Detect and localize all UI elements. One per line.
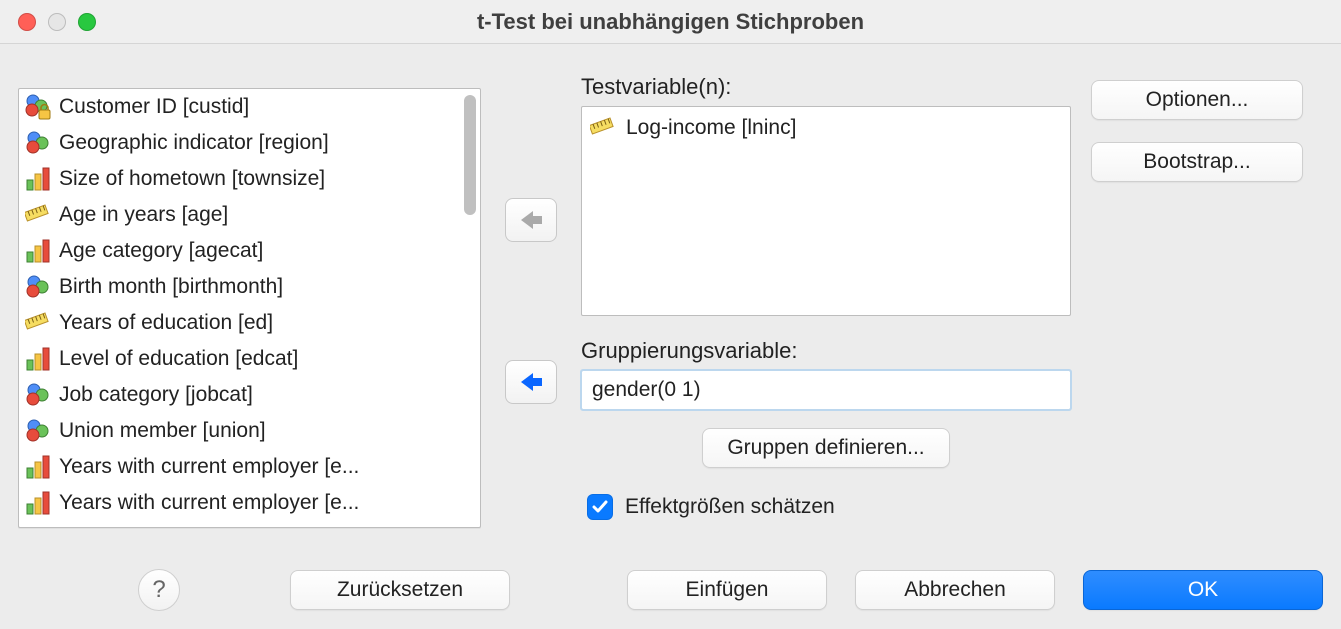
source-variable-item-label: Years of education [ed] (59, 309, 273, 337)
test-variables-list[interactable]: Log-income [lninc] (581, 106, 1071, 316)
source-variable-list[interactable]: Customer ID [custid] Geographic indicator… (18, 88, 481, 528)
reset-button[interactable]: Zurücksetzen (290, 570, 510, 610)
grouping-variable-value: gender(0 1) (592, 378, 701, 402)
move-to-test-variables-button[interactable] (505, 198, 557, 242)
source-variable-item-label: Geographic indicator [region] (59, 129, 329, 157)
nominal-icon (25, 274, 51, 300)
ordinal-icon (25, 454, 51, 480)
close-window-button[interactable] (18, 13, 36, 31)
source-variable-item-label: Size of hometown [townsize] (59, 165, 325, 193)
scale-icon (590, 115, 616, 141)
zoom-window-button[interactable] (78, 13, 96, 31)
source-variable-item[interactable]: Customer ID [custid] (19, 89, 462, 125)
test-variable-item[interactable]: Log-income [lninc] (588, 111, 1064, 145)
scale-icon (25, 310, 51, 336)
grouping-variable-label: Gruppierungsvariable: (581, 338, 1071, 364)
source-variable-item[interactable]: Union member [union] (19, 413, 462, 449)
ordinal-icon (25, 490, 51, 516)
grouping-variable-field[interactable]: gender(0 1) (581, 370, 1071, 410)
check-icon (591, 498, 609, 516)
source-variable-item-label: Customer ID [custid] (59, 93, 249, 121)
source-variable-item-label: Years with current employer [e... (59, 489, 359, 517)
ordinal-icon (25, 238, 51, 264)
source-variable-item-label: Age in years [age] (59, 201, 228, 229)
test-variables-label: Testvariable(n): (581, 74, 1071, 100)
arrow-left-icon (517, 208, 545, 232)
ordinal-icon (25, 346, 51, 372)
bootstrap-button[interactable]: Bootstrap... (1091, 142, 1303, 182)
title-bar: t-Test bei unabhängigen Stichproben (0, 0, 1341, 44)
source-variable-item[interactable]: Years with current employer [e... (19, 449, 462, 485)
nominal-icon (25, 418, 51, 444)
cancel-button[interactable]: Abbrechen (855, 570, 1055, 610)
source-variable-item[interactable]: Age category [agecat] (19, 233, 462, 269)
arrow-left-icon (517, 370, 545, 394)
source-variable-item[interactable]: Age in years [age] (19, 197, 462, 233)
nominal-icon (25, 382, 51, 408)
source-variable-item[interactable]: Geographic indicator [region] (19, 125, 462, 161)
options-button[interactable]: Optionen... (1091, 80, 1303, 120)
ordinal-icon (25, 166, 51, 192)
test-variable-item-label: Log-income [lninc] (626, 116, 796, 140)
source-variable-item[interactable]: Years with current employer [e... (19, 485, 462, 521)
source-variable-item-label: Age category [agecat] (59, 237, 263, 265)
define-groups-button[interactable]: Gruppen definieren... (702, 428, 949, 468)
window-title: t-Test bei unabhängigen Stichproben (0, 9, 1341, 35)
nominal-icon (25, 130, 51, 156)
source-variable-item-label: Years with current employer [e... (59, 453, 359, 481)
scale-icon (25, 202, 51, 228)
ok-button[interactable]: OK (1083, 570, 1323, 610)
estimate-effect-sizes-label: Effektgrößen schätzen (625, 495, 835, 519)
source-variable-item-label: Job category [jobcat] (59, 381, 253, 409)
source-variable-item[interactable]: Job category [jobcat] (19, 377, 462, 413)
source-variable-item-label: Union member [union] (59, 417, 266, 445)
window-controls (18, 13, 96, 31)
help-button[interactable]: ? (138, 569, 180, 611)
source-list-scrollbar[interactable] (464, 95, 476, 521)
source-variable-item[interactable]: Level of education [edcat] (19, 341, 462, 377)
nominal-lock-icon (25, 94, 51, 120)
source-variable-item-label: Level of education [edcat] (59, 345, 298, 373)
paste-button[interactable]: Einfügen (627, 570, 827, 610)
source-variable-item[interactable]: Years of education [ed] (19, 305, 462, 341)
estimate-effect-sizes-checkbox[interactable] (587, 494, 613, 520)
minimize-window-button (48, 13, 66, 31)
source-variable-item[interactable]: Size of hometown [townsize] (19, 161, 462, 197)
source-variable-item[interactable]: Birth month [birthmonth] (19, 269, 462, 305)
move-to-grouping-variable-button[interactable] (505, 360, 557, 404)
source-variable-item-label: Birth month [birthmonth] (59, 273, 283, 301)
